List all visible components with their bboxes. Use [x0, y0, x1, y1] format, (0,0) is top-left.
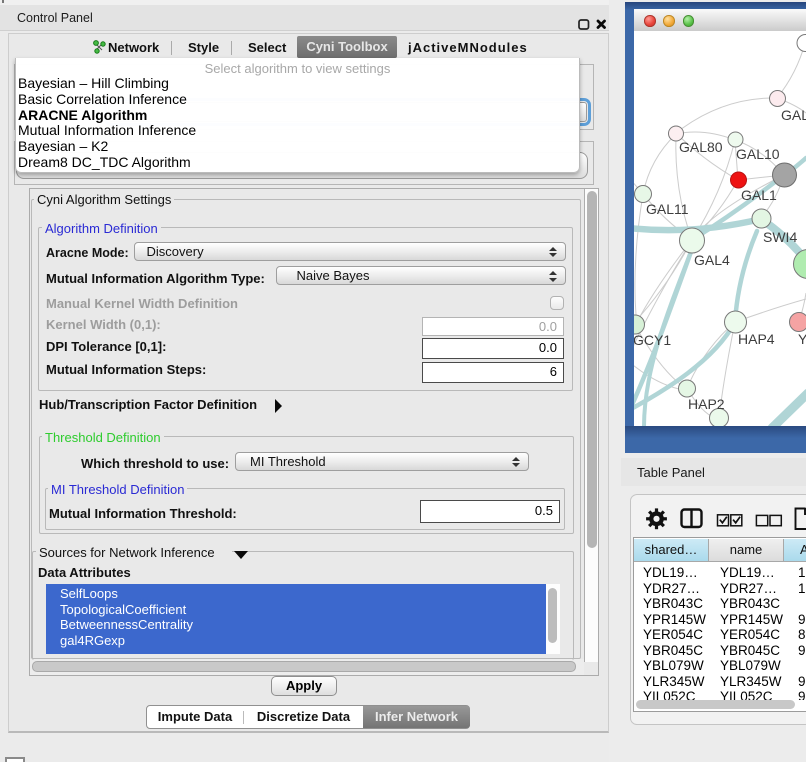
svg-text:GCY1: GCY1 — [634, 332, 671, 348]
svg-text:GAL11: GAL11 — [646, 201, 689, 217]
svg-text:GAL2: GAL2 — [781, 107, 806, 123]
svg-text:GAL10: GAL10 — [736, 146, 780, 162]
svg-text:HAP2: HAP2 — [688, 396, 725, 412]
svg-text:HAP4: HAP4 — [738, 331, 775, 347]
svg-text:GAL80: GAL80 — [679, 139, 723, 155]
svg-text:GAL4: GAL4 — [694, 252, 730, 268]
svg-text:Y: Y — [798, 331, 806, 347]
svg-text:SWI4: SWI4 — [763, 229, 797, 245]
svg-text:GAL1: GAL1 — [741, 187, 777, 203]
